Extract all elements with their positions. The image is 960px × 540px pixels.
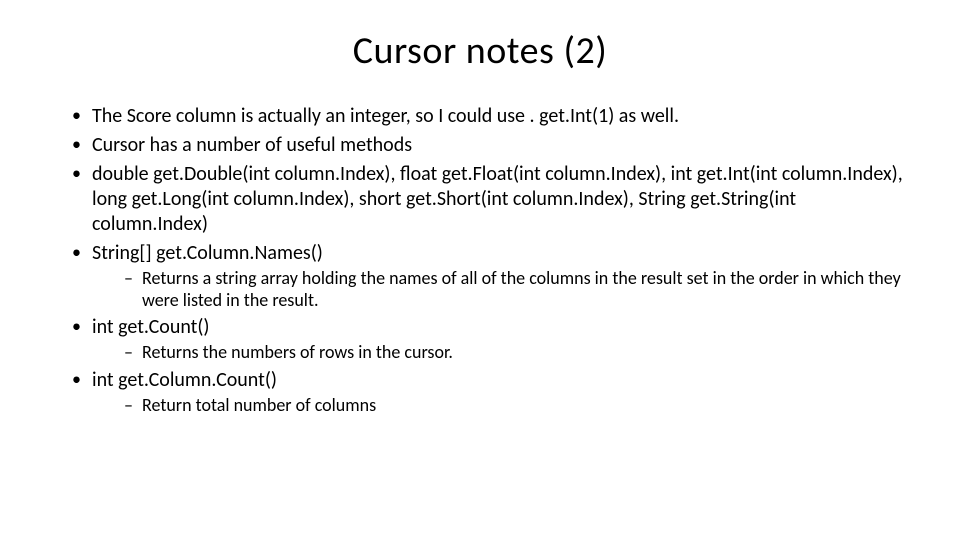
bullet-text: Cursor has a number of useful methods [92,133,412,157]
list-item: double get.Double(int column.Index), flo… [72,162,910,237]
sub-list-item: Returns a string array holding the names… [124,268,910,311]
sub-list: Returns a string array holding the names… [92,268,910,311]
bullet-text: The Score column is actually an integer,… [92,104,679,128]
bullet-list: The Score column is actually an integer,… [50,104,910,416]
bullet-text: int get.Count() [92,315,209,339]
sub-bullet-text: Returns a string array holding the names… [142,267,901,311]
list-item: The Score column is actually an integer,… [72,104,910,129]
slide: Cursor notes (2) The Score column is act… [0,0,960,540]
sub-bullet-text: Returns the numbers of rows in the curso… [142,341,453,363]
list-item: Cursor has a number of useful methods [72,133,910,158]
sub-list-item: Returns the numbers of rows in the curso… [124,342,910,364]
bullet-text: String[] get.Column.Names() [92,241,323,265]
sub-bullet-text: Return total number of columns [142,394,376,416]
sub-list: Return total number of columns [92,395,910,417]
sub-list-item: Return total number of columns [124,395,910,417]
list-item: int get.Count() Returns the numbers of r… [72,315,910,364]
slide-title: Cursor notes (2) [50,28,910,74]
bullet-text: int get.Column.Count() [92,368,277,392]
bullet-text: double get.Double(int column.Index), flo… [92,162,903,236]
list-item: String[] get.Column.Names() Returns a st… [72,241,910,311]
sub-list: Returns the numbers of rows in the curso… [92,342,910,364]
list-item: int get.Column.Count() Return total numb… [72,368,910,417]
